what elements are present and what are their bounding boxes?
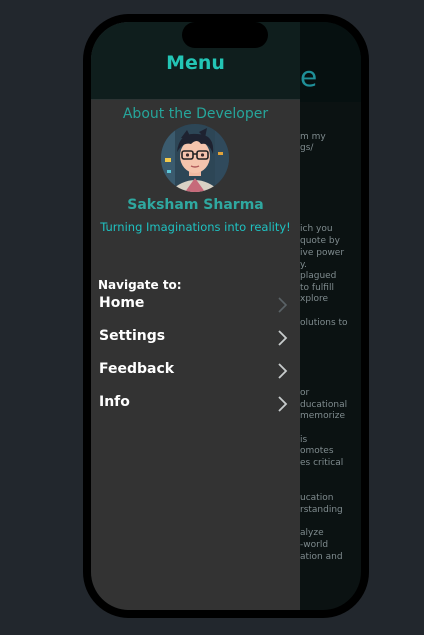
menu-item-feedback[interactable]: Feedback bbox=[91, 356, 300, 386]
background-text-line: olutions to bbox=[300, 318, 348, 328]
drawer-title: Menu bbox=[166, 52, 225, 74]
developer-tagline: Turning Imaginations into reality! bbox=[100, 220, 291, 234]
background-text-line: is bbox=[300, 435, 308, 445]
developer-avatar bbox=[161, 124, 229, 192]
background-text-line: or bbox=[300, 388, 310, 398]
background-text-line: quote by bbox=[300, 236, 340, 246]
background-text-line: ive power bbox=[300, 248, 345, 258]
background-page-title: e bbox=[300, 60, 318, 93]
background-text-line: omotes bbox=[300, 446, 334, 456]
background-text-line: memorize bbox=[300, 411, 346, 421]
phone-frame: e m my gs/ ich you quote by ive power y.… bbox=[83, 14, 369, 618]
chevron-right-icon bbox=[278, 297, 288, 313]
menu-item-settings[interactable]: Settings bbox=[91, 323, 300, 353]
about-developer-heading: About the Developer bbox=[122, 106, 269, 122]
background-text-line: ucation bbox=[300, 493, 334, 503]
dynamic-island bbox=[182, 22, 268, 48]
navigation-drawer: Menu About the Developer Saksham Sharma … bbox=[91, 22, 300, 610]
background-text-line: gs/ bbox=[300, 143, 314, 153]
chevron-right-icon bbox=[278, 396, 288, 412]
background-text-line: plagued bbox=[300, 271, 337, 281]
background-text-line: ducational bbox=[300, 400, 348, 410]
chevron-right-icon bbox=[278, 330, 288, 346]
menu-item-label: Info bbox=[99, 394, 130, 410]
avatar-illustration bbox=[161, 124, 229, 192]
menu-item-info[interactable]: Info bbox=[91, 389, 300, 419]
menu-item-label: Home bbox=[99, 295, 145, 311]
background-text-line: rstanding bbox=[300, 505, 343, 515]
background-text-line: xplore bbox=[300, 294, 329, 304]
phone-screen: e m my gs/ ich you quote by ive power y.… bbox=[91, 22, 361, 610]
menu-item-home[interactable]: Home bbox=[91, 290, 300, 320]
background-text-line: alyze bbox=[300, 528, 324, 538]
background-text-line: es critical bbox=[300, 458, 344, 468]
menu-item-label: Feedback bbox=[99, 361, 175, 377]
background-text-line: m my bbox=[300, 132, 326, 142]
background-text-line: ation and bbox=[300, 552, 343, 562]
developer-name: Saksham Sharma bbox=[127, 197, 264, 213]
background-text-line: -world bbox=[300, 540, 329, 550]
background-text-line: ich you bbox=[300, 224, 333, 234]
background-text-line: y. bbox=[300, 260, 307, 270]
menu-item-label: Settings bbox=[99, 328, 166, 344]
chevron-right-icon bbox=[278, 363, 288, 379]
background-text-line: to fulfill bbox=[300, 283, 334, 293]
